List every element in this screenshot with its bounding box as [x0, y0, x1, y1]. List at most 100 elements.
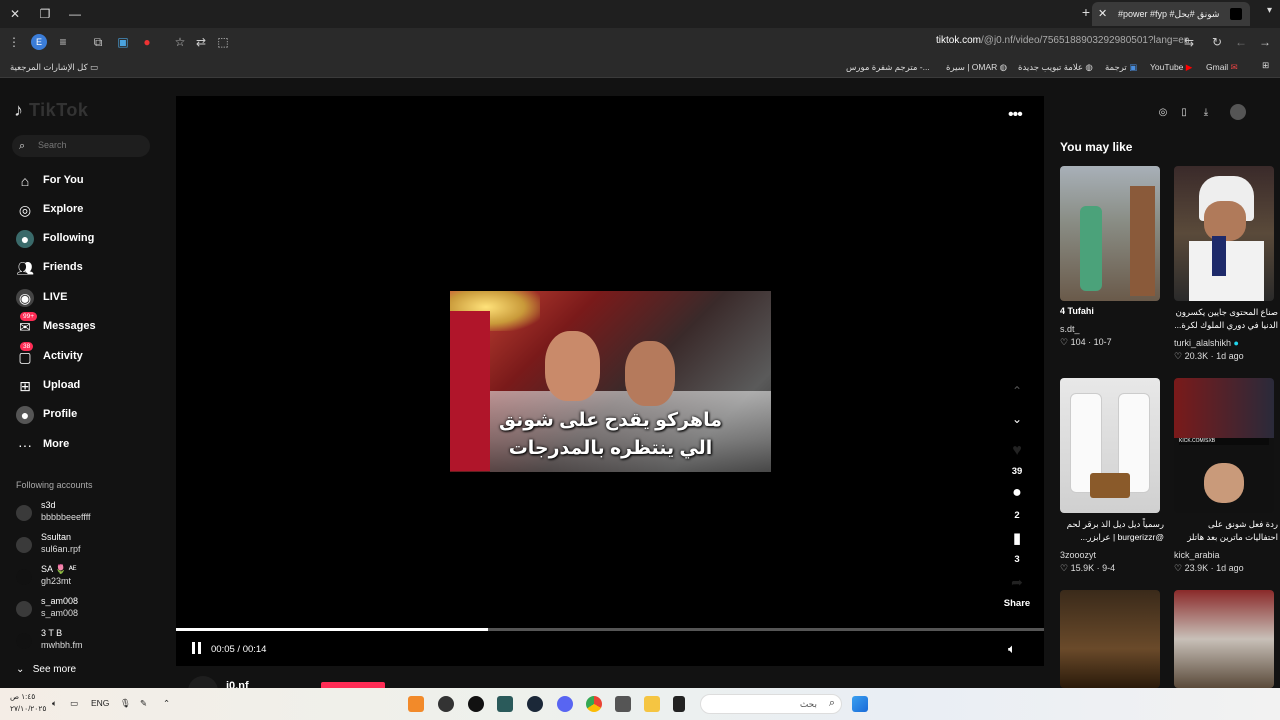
- bookmark-new-tab[interactable]: علامة تبويب جديدة ◍: [1018, 62, 1093, 73]
- nav-more[interactable]: ··· More: [16, 434, 166, 456]
- account-item[interactable]: s_am008 s_am008: [16, 596, 166, 624]
- minimize-window-icon[interactable]: —: [65, 4, 85, 24]
- video-thumbnail[interactable]: [1060, 590, 1160, 688]
- close-window-icon[interactable]: ✕: [5, 4, 25, 24]
- account-item[interactable]: Ssultan sul6an.rpf: [16, 532, 166, 560]
- taskbar-app-cube-icon[interactable]: [615, 696, 631, 712]
- taskbar-app-terminal-icon[interactable]: [497, 696, 513, 712]
- recommended-card[interactable]: [1174, 590, 1274, 688]
- taskbar-app-obs-icon[interactable]: [468, 696, 484, 712]
- taskbar-app-discord-dark-icon[interactable]: [438, 696, 454, 712]
- taskbar-app-orange-icon[interactable]: [408, 696, 424, 712]
- like-heart-icon[interactable]: ♥: [1002, 442, 1032, 460]
- profile-avatar-icon[interactable]: E: [31, 34, 47, 50]
- new-tab-button[interactable]: +: [1082, 4, 1090, 20]
- tab-search-icon[interactable]: ▾: [1267, 5, 1272, 16]
- browser-tab[interactable]: ✕ #power #fyp #شونق #يحل: [1092, 2, 1250, 26]
- menu-dots-icon[interactable]: ⋮: [6, 34, 22, 50]
- taskbar-app-chrome-icon[interactable]: [586, 696, 602, 712]
- recommended-card[interactable]: [1060, 590, 1160, 688]
- home-icon: ⌂: [20, 173, 30, 189]
- site-settings-icon[interactable]: ⇆: [1181, 34, 1197, 50]
- share-arrow-icon[interactable]: ➦: [1002, 574, 1032, 591]
- extensions-icon[interactable]: ⧉: [90, 34, 106, 50]
- device-icon[interactable]: ▯: [1177, 106, 1191, 120]
- pause-icon[interactable]: [190, 641, 204, 655]
- volume-icon[interactable]: 🔈︎: [1008, 641, 1016, 657]
- back-icon[interactable]: →: [1257, 34, 1273, 50]
- taskbar-app-generic-icon[interactable]: [673, 696, 685, 712]
- close-tab-icon[interactable]: ✕: [1098, 2, 1107, 26]
- translate-icon[interactable]: ⇄: [193, 34, 209, 50]
- network-icon[interactable]: ▭: [70, 698, 78, 709]
- apps-grid-icon[interactable]: ⊞: [1262, 60, 1269, 71]
- recommended-card[interactable]: 4 Tufahi s.dt_ ♡ 104 · 10-7: [1060, 166, 1160, 347]
- nav-following[interactable]: ● Following: [16, 228, 166, 250]
- forward-icon[interactable]: ←: [1233, 34, 1249, 50]
- video-thumbnail[interactable]: [1174, 590, 1274, 688]
- screenshot-icon[interactable]: ⬚: [215, 34, 231, 50]
- video-thumbnail[interactable]: [1060, 166, 1160, 301]
- reload-icon[interactable]: ↻: [1209, 34, 1225, 50]
- bookmark-morse[interactable]: مترجم شفرة مورس -...: [846, 62, 930, 73]
- bookmark-translate[interactable]: ترجمة ▣: [1105, 62, 1137, 73]
- user-avatar[interactable]: [1230, 104, 1246, 120]
- bookmark-omar[interactable]: سيرة | OMAR ◍: [946, 62, 1007, 73]
- video-frame[interactable]: ماهركو يقدح على شونق الي ينتظره بالمدرجا…: [450, 291, 771, 472]
- video-player[interactable]: ماهركو يقدح على شونق الي ينتظره بالمدرجا…: [176, 96, 1044, 666]
- video-thumbnail[interactable]: KICK.COM/SXB: [1174, 378, 1274, 513]
- nav-profile[interactable]: ● Profile: [16, 404, 166, 426]
- more-icon: ···: [18, 437, 32, 453]
- bookmark-icon[interactable]: ▮: [1002, 529, 1032, 547]
- speaker-icon[interactable]: 🔈︎: [52, 698, 57, 709]
- recommended-card[interactable]: صناع المحتوى جايين يكسرون الدنيا في دوري…: [1174, 166, 1278, 361]
- video-progress-bar[interactable]: [176, 628, 1044, 631]
- left-sidebar: ♪ TikTok ⌕ Search ⌂ For You ◎ Explore ● Fol…: [0, 80, 176, 688]
- taskbar-app-explorer-icon[interactable]: [644, 696, 660, 712]
- language-indicator[interactable]: ENG: [91, 698, 109, 708]
- tiktok-logo[interactable]: ♪ TikTok: [14, 100, 88, 121]
- next-video-icon[interactable]: ⌄: [1002, 412, 1032, 426]
- tray-app-icon[interactable]: ✎: [140, 698, 147, 709]
- extension-two-icon[interactable]: ●: [139, 34, 155, 50]
- recommended-card[interactable]: رسمياً ديل ديل الذ برقر لحم @burgerizzr …: [1060, 378, 1164, 573]
- comment-icon[interactable]: ●: [1002, 484, 1032, 502]
- share-label[interactable]: Share: [996, 598, 1038, 609]
- bookmark-youtube[interactable]: YouTube ▶: [1150, 62, 1192, 73]
- nav-more-label: More: [43, 438, 70, 450]
- previous-video-icon[interactable]: ⌃: [1002, 384, 1032, 398]
- microphone-icon[interactable]: 🎙︎: [120, 698, 131, 709]
- nav-friends[interactable]: 👥︎ Friends: [16, 257, 166, 279]
- all-bookmarks[interactable]: كل الإشارات المرجعية ▭: [10, 62, 98, 73]
- windows-start-icon[interactable]: [852, 696, 868, 712]
- nav-for-you[interactable]: ⌂ For You: [16, 170, 166, 192]
- nav-live[interactable]: ◉ LIVE: [16, 287, 166, 309]
- nav-explore[interactable]: ◎ Explore: [16, 199, 166, 221]
- taskbar-app-steam-icon[interactable]: [527, 696, 543, 712]
- globe-icon: ◍: [1085, 62, 1093, 72]
- address-bar[interactable]: tiktok.com/@j0.nf/video/7565188903292980…: [936, 35, 1189, 46]
- download-icon[interactable]: ⤓: [1199, 106, 1213, 120]
- nav-messages[interactable]: ✉ 99+ Messages: [16, 312, 166, 338]
- bookmark-gmail[interactable]: Gmail ✉: [1206, 62, 1238, 73]
- account-item[interactable]: s3d bbbbbeeeffff: [16, 500, 166, 528]
- show-hidden-icons-icon[interactable]: ⌃: [163, 698, 170, 709]
- bookmark-star-icon[interactable]: ☆: [172, 34, 188, 50]
- nav-upload[interactable]: ⊞ Upload: [16, 375, 166, 397]
- video-thumbnail[interactable]: [1060, 378, 1160, 513]
- nav-activity[interactable]: ▢ 38 Activity: [16, 342, 166, 368]
- video-thumbnail[interactable]: [1174, 166, 1274, 301]
- more-options-icon[interactable]: •••: [1008, 106, 1023, 124]
- account-item[interactable]: 3 T B mwhbh.fm: [16, 628, 166, 656]
- taskbar-search-input[interactable]: بحث ⌕: [700, 694, 842, 714]
- search-input[interactable]: ⌕ Search: [12, 135, 150, 157]
- see-more-button[interactable]: ⌄ See more: [16, 664, 136, 678]
- coins-icon[interactable]: ◎: [1156, 106, 1170, 120]
- account-item[interactable]: SA 🌷 ᴬᴱ gh23mt: [16, 564, 166, 592]
- extension-one-icon[interactable]: ▣: [115, 34, 131, 50]
- taskbar-app-discord-icon[interactable]: [557, 696, 573, 712]
- restore-window-icon[interactable]: ❐: [35, 4, 55, 24]
- browser-titlebar: ✕ ❐ — + ✕ #power #fyp #شونق #يحل ▾: [0, 0, 1280, 28]
- media-control-icon[interactable]: ≡: [55, 34, 71, 50]
- recommended-card[interactable]: KICK.COM/SXB ردة فعل شونق على احتفاليات …: [1174, 378, 1278, 573]
